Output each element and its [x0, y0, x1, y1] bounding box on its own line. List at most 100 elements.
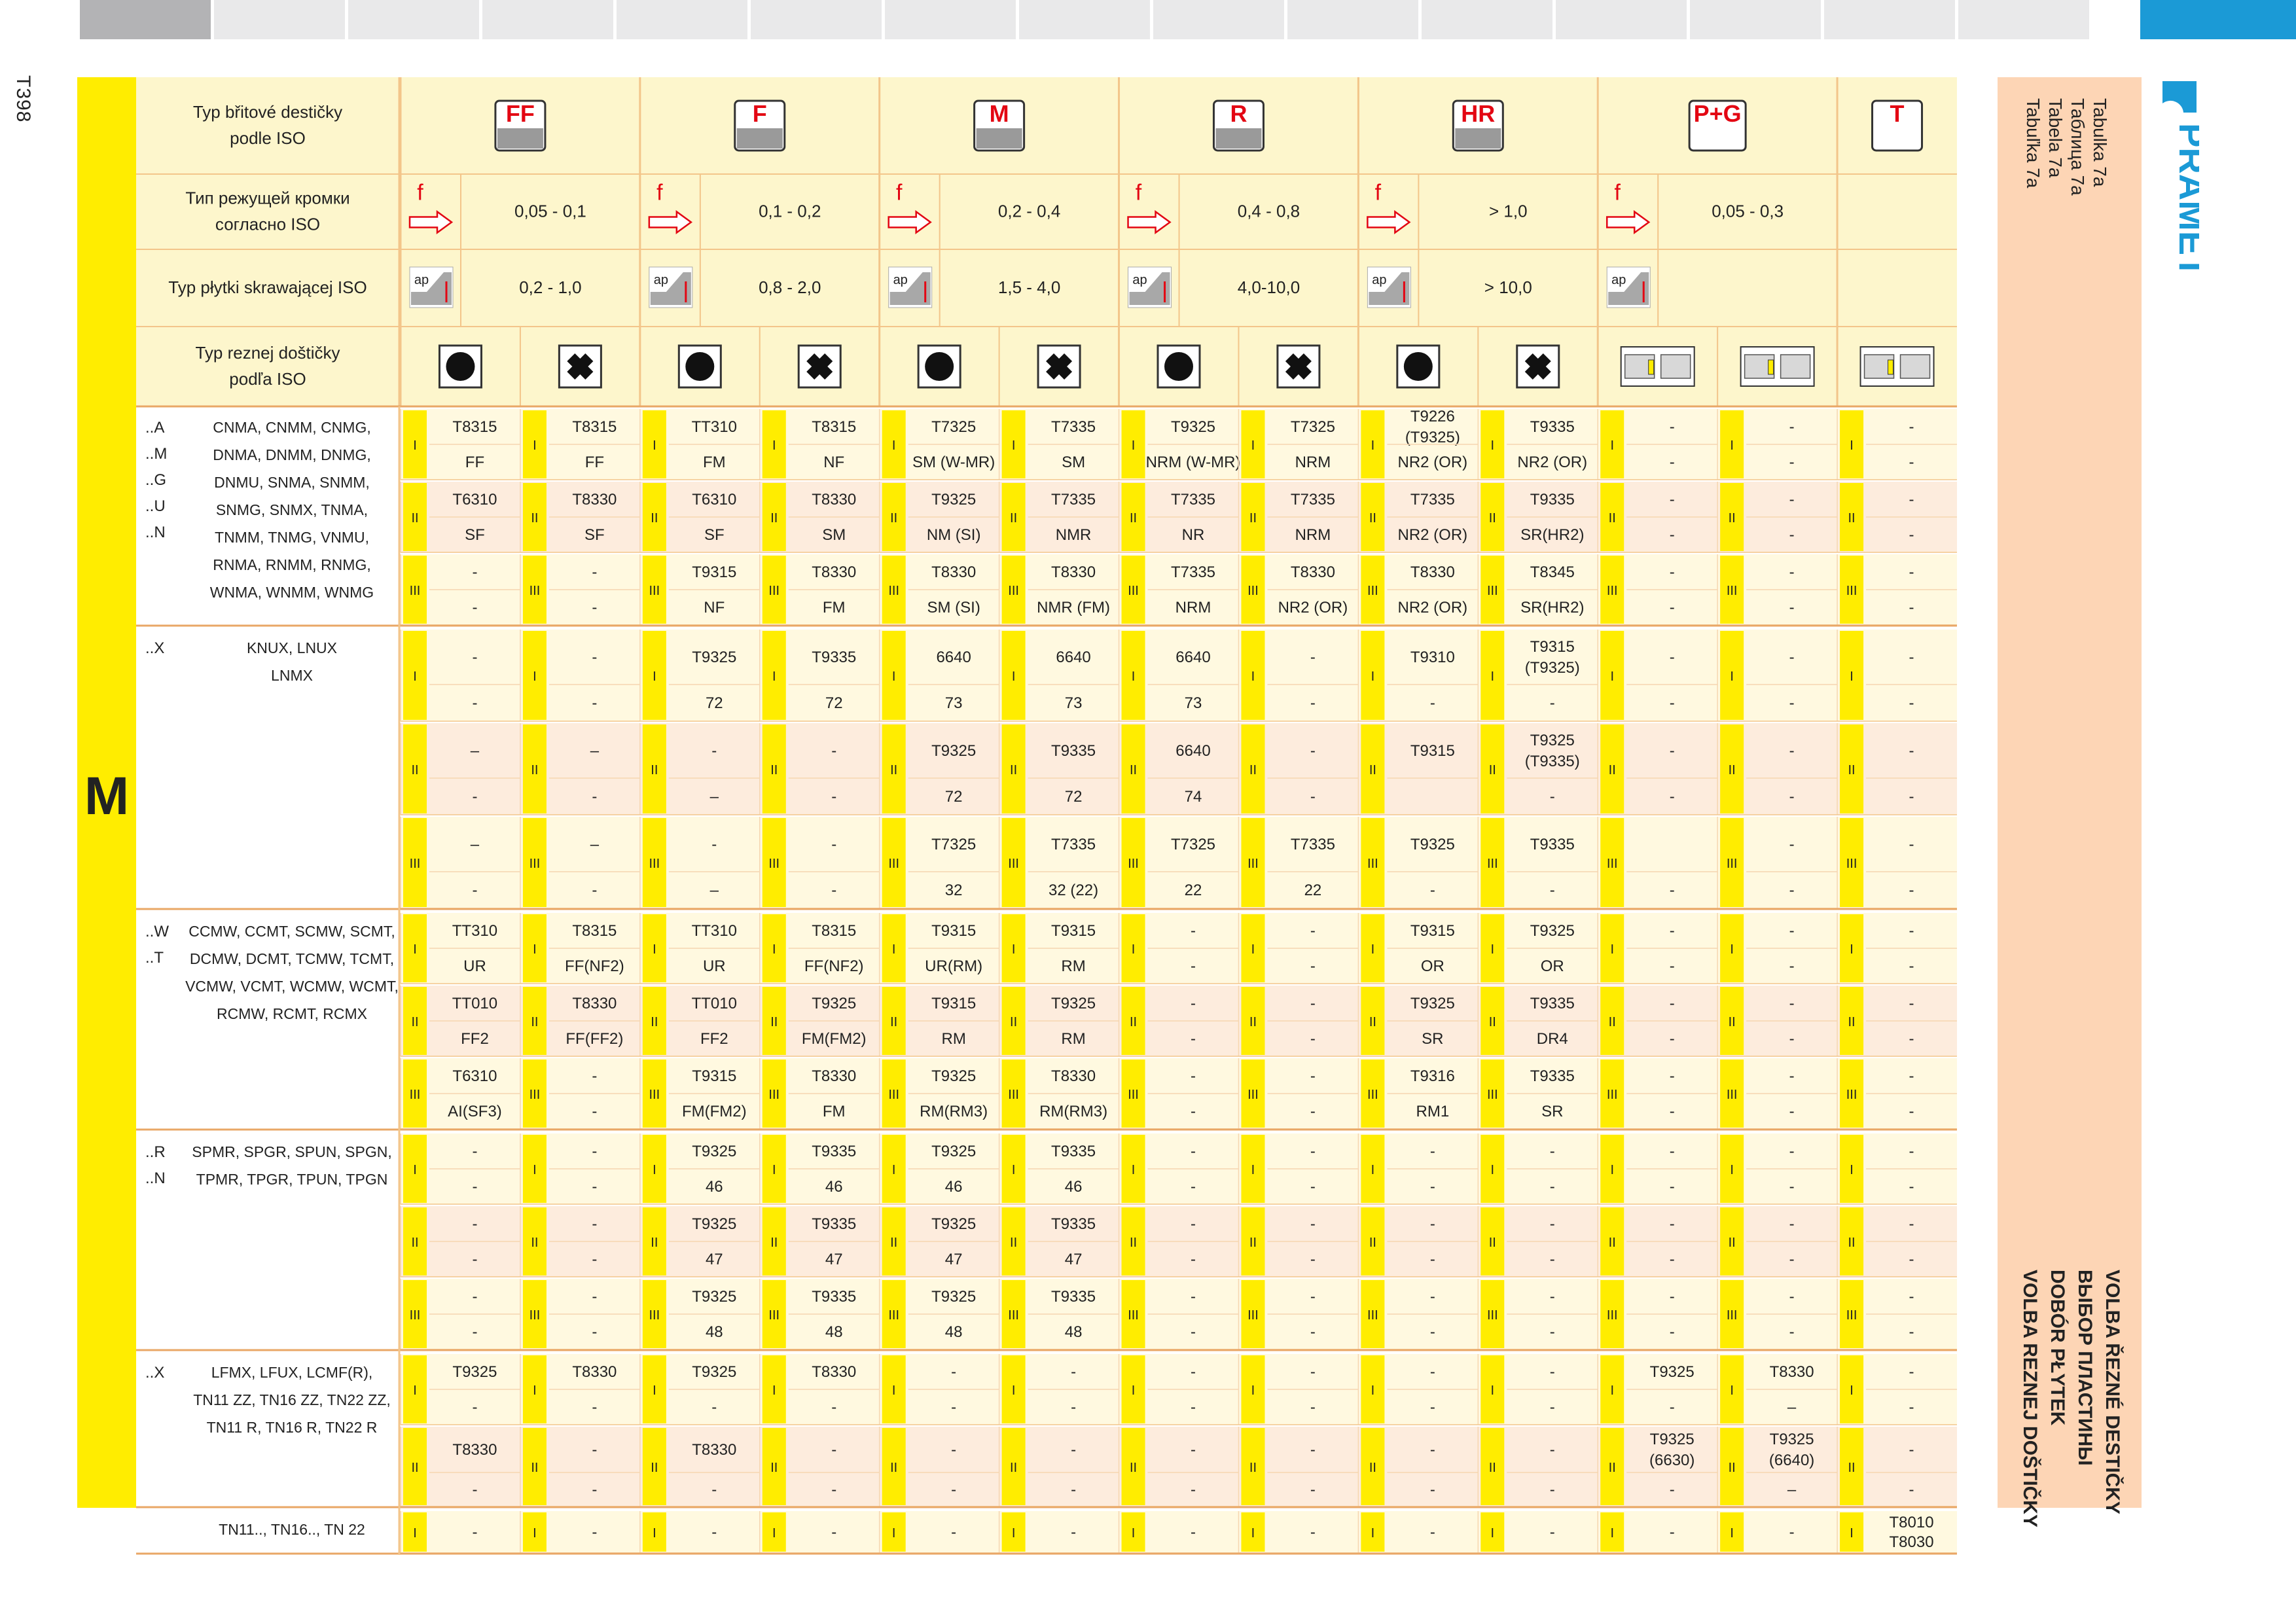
cell-value: - [1310, 742, 1316, 760]
depth-symbol: ap [1132, 273, 1147, 287]
level-label: II [1489, 763, 1496, 777]
level-label: III [1128, 857, 1139, 871]
cell-value: T9325 [931, 742, 976, 760]
cell-value: - [1191, 922, 1196, 940]
cell-value: T7335 [1051, 418, 1096, 436]
insert-suffix: ..W [145, 923, 169, 940]
cell-value: - [592, 1288, 597, 1306]
cell-value: T9325 [931, 1067, 976, 1085]
level-label: II [1729, 511, 1736, 526]
level-label: I [1012, 1383, 1016, 1398]
cell-value: - [711, 1524, 717, 1541]
cell-geometry: NF [704, 599, 725, 616]
level-label: I [892, 942, 896, 957]
cell-geometry: NMR [1056, 526, 1092, 544]
cell-geometry: - [472, 788, 477, 806]
cell-value: T7335 [1410, 491, 1455, 508]
level-label: II [1609, 1461, 1616, 1475]
insert-circle [446, 352, 475, 381]
cell-value: T9315 [1530, 638, 1575, 656]
level-label: III [529, 584, 541, 598]
header-label: podľa ISO [229, 369, 306, 389]
cell-value: 6640 [936, 649, 971, 666]
cell-value: T9315 [1410, 742, 1455, 760]
level-label: III [1008, 584, 1019, 598]
cell-value: 6640 [1175, 742, 1210, 760]
cell-geometry: - [1670, 1481, 1675, 1499]
level-label: II [1249, 511, 1257, 526]
cell-value: T9325 [931, 1143, 976, 1160]
level-label: I [772, 1163, 776, 1177]
cell-geometry: - [1670, 1030, 1675, 1048]
level-label: III [888, 857, 899, 871]
insert-circle [925, 352, 954, 381]
level-label: III [1128, 584, 1139, 598]
cell-value: - [1789, 1288, 1795, 1306]
cell-geometry: - [1310, 1251, 1316, 1268]
level-label: II [770, 763, 778, 777]
level-label: I [1850, 438, 1854, 453]
cell-geometry: SM [822, 526, 846, 544]
insert-suffix: ..M [145, 445, 167, 463]
cell-geometry: 73 [945, 694, 963, 712]
cell-geometry: - [1789, 957, 1795, 975]
cell-value: T9325 [692, 1363, 736, 1381]
cell-value: T6310 [452, 491, 497, 508]
cell-geometry: - [1670, 1178, 1675, 1196]
group-code: R [1230, 100, 1247, 127]
level-label: I [772, 1526, 776, 1541]
level-label: I [892, 1383, 896, 1398]
feed-symbol-icon: f [417, 181, 423, 205]
cell-geometry: 72 [706, 694, 723, 712]
cell-geometry: - [1909, 1481, 1914, 1499]
cell-geometry: 47 [825, 1251, 843, 1268]
cell-geometry: - [1550, 1481, 1555, 1499]
level-label: I [1371, 1163, 1375, 1177]
cell-value: - [472, 1288, 477, 1306]
cell-geometry: - [1909, 1178, 1914, 1196]
cell-value: - [472, 1143, 477, 1160]
cell-value: T9325 [1051, 995, 1096, 1012]
level-label: II [770, 511, 778, 526]
cell-geometry: UR [703, 957, 726, 975]
cell-geometry: 32 [945, 882, 963, 899]
cell-value: - [1789, 418, 1795, 436]
cell-value: - [1789, 491, 1795, 508]
cell-value: T8315 [812, 418, 856, 436]
cell-value: - [1550, 1143, 1555, 1160]
level-label: II [1010, 511, 1017, 526]
cell-geometry: - [1909, 1323, 1914, 1341]
cell-value: - [1909, 418, 1914, 436]
level-label: I [413, 1526, 417, 1541]
level-label: II [1130, 1236, 1137, 1250]
level-label: III [1008, 1308, 1019, 1323]
level-label: I [413, 1383, 417, 1398]
cell-geometry: - [1670, 694, 1675, 712]
level-label: I [1610, 1163, 1614, 1177]
cell-geometry: FM [823, 599, 846, 616]
cell-geometry: – [710, 882, 719, 899]
cell-geometry: NR2 (OR) [1517, 454, 1587, 471]
cell-geometry: FF(FF2) [565, 1030, 623, 1048]
cell-value: - [472, 1524, 477, 1541]
cell-value: T9325 [1171, 418, 1215, 436]
cell-geometry: - [472, 1481, 477, 1499]
level-label: II [1729, 1236, 1736, 1250]
level-label: I [533, 942, 537, 957]
level-label: II [770, 1461, 778, 1475]
cell-value: - [472, 649, 477, 666]
cell-geometry: RM [1061, 957, 1085, 975]
cell-geometry: - [1789, 526, 1795, 544]
cell-geometry: FF2 [700, 1030, 728, 1048]
insert-types: RNMA, RNMM, RNMG, [213, 556, 370, 573]
cell-value: T9310 [1410, 649, 1455, 666]
cell-value: - [1789, 1215, 1795, 1233]
cell-value: T7325 [1291, 418, 1335, 436]
selection-table: Typ břitové destičky podle ISO Тип режущей… [136, 77, 1957, 1555]
level-label: II [1848, 1236, 1856, 1250]
cell-value: (T9325) [1405, 429, 1460, 446]
cell-geometry: 47 [706, 1251, 723, 1268]
level-label: II [1489, 1461, 1496, 1475]
cell-value: T9325 [1650, 1431, 1695, 1448]
cell-value: T9325 [692, 1143, 736, 1160]
